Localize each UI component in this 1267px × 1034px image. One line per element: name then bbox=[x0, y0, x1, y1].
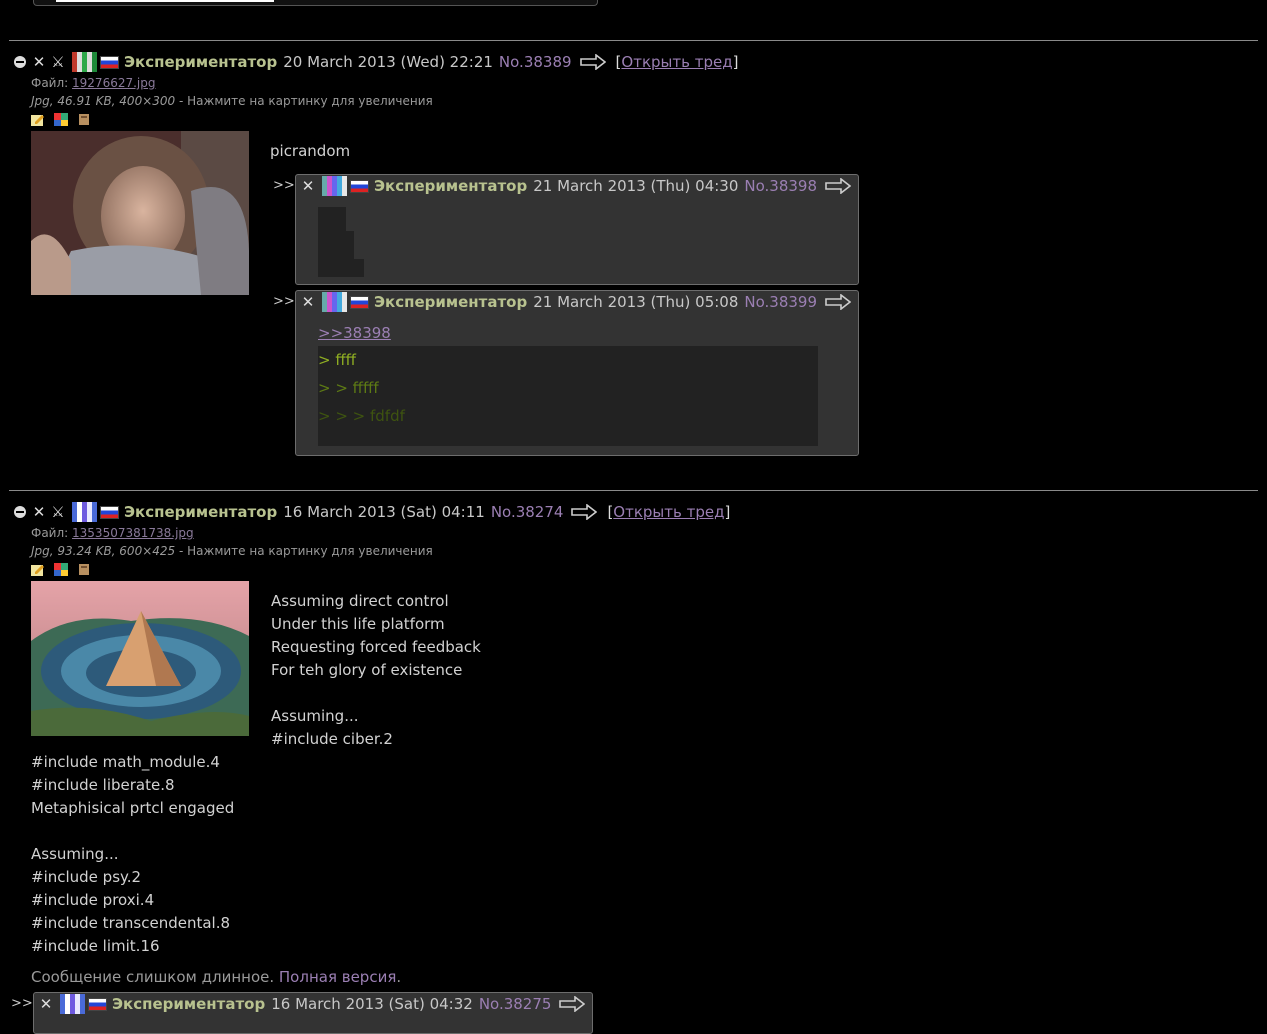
hide-icon[interactable]: ⚔ bbox=[50, 54, 66, 70]
reply-header: ✕ Экспериментатор 21 March 2013 (Thu) 04… bbox=[300, 176, 861, 196]
reply-header: ✕ Экспериментатор 21 March 2013 (Thu) 05… bbox=[300, 292, 861, 312]
quote-line: > > fffff bbox=[318, 379, 379, 397]
reply-post: ✕ Экспериментатор 16 March 2013 (Sat) 04… bbox=[33, 992, 593, 1034]
arrow-right-icon[interactable] bbox=[825, 294, 852, 310]
country-flag-icon bbox=[350, 295, 369, 309]
post-number[interactable]: No.38398 bbox=[744, 177, 817, 195]
post-separator bbox=[9, 40, 1258, 41]
post-date: 20 March 2013 (Wed) 22:21 bbox=[283, 53, 493, 71]
open-thread-link[interactable]: [Открыть тред] bbox=[616, 53, 739, 71]
poster-name: Экспериментатор bbox=[374, 293, 528, 311]
reply-marker: >> bbox=[273, 178, 295, 193]
close-icon[interactable]: ✕ bbox=[300, 178, 316, 194]
post-date: 21 March 2013 (Thu) 04:30 bbox=[533, 177, 739, 195]
post-image[interactable] bbox=[31, 131, 249, 295]
post-header: ✕ ⚔ Экспериментатор 20 March 2013 (Wed) … bbox=[11, 52, 738, 72]
country-flag-icon bbox=[100, 505, 119, 519]
google-icon[interactable] bbox=[54, 563, 69, 576]
too-long-label: Сообщение слишком длинное. bbox=[31, 968, 275, 986]
flag-icon bbox=[60, 994, 85, 1014]
post-date: 16 March 2013 (Sat) 04:32 bbox=[271, 995, 473, 1013]
post-number[interactable]: No.38275 bbox=[479, 995, 552, 1013]
hide-icon[interactable]: ⚔ bbox=[50, 504, 66, 520]
flag-icon bbox=[322, 176, 347, 196]
poster-name: Экспериментатор bbox=[112, 995, 266, 1013]
message-too-long: Сообщение слишком длинное. Полная версия… bbox=[31, 968, 401, 986]
close-icon[interactable]: ✕ bbox=[31, 54, 47, 70]
close-icon[interactable]: ✕ bbox=[31, 504, 47, 520]
full-version-link[interactable]: Полная версия bbox=[279, 968, 396, 986]
file-meta: Jpg, 93.24 KB, 600×425 bbox=[31, 544, 176, 558]
top-bar-fill bbox=[56, 0, 274, 2]
post-date: 16 March 2013 (Sat) 04:11 bbox=[283, 503, 485, 521]
country-flag-icon bbox=[350, 179, 369, 193]
image-search-icons bbox=[31, 111, 95, 130]
minus-circle-icon[interactable] bbox=[14, 56, 26, 68]
file-label-line: Файл: 19276627.jpg bbox=[31, 76, 156, 90]
flag-icon bbox=[72, 502, 97, 522]
post-number[interactable]: No.38274 bbox=[491, 503, 564, 521]
google-icon[interactable] bbox=[54, 113, 69, 126]
file-meta: Jpg, 46.91 KB, 400×300 bbox=[31, 94, 176, 108]
poster-name: Экспериментатор bbox=[124, 53, 278, 71]
flag-icon bbox=[322, 292, 347, 312]
file-label-line: Файл: 1353507381738.jpg bbox=[31, 526, 194, 540]
country-flag-icon bbox=[100, 55, 119, 69]
reply-marker: >> bbox=[11, 996, 33, 1011]
spoiler-block bbox=[318, 207, 364, 277]
arrow-right-icon[interactable] bbox=[559, 996, 586, 1012]
edit-icon[interactable] bbox=[31, 113, 45, 126]
post-number[interactable]: No.38399 bbox=[744, 293, 817, 311]
flag-icon bbox=[72, 52, 97, 72]
file-link[interactable]: 19276627.jpg bbox=[72, 76, 155, 90]
open-thread-link[interactable]: [Открыть тред] bbox=[607, 503, 730, 521]
post-number[interactable]: No.38389 bbox=[499, 53, 572, 71]
quote-block: > ffff > > fffff > > > fdfdf bbox=[318, 346, 818, 446]
post-image[interactable] bbox=[31, 581, 249, 736]
country-flag-icon bbox=[88, 997, 107, 1011]
reply-post: ✕ Экспериментатор 21 March 2013 (Thu) 05… bbox=[295, 290, 859, 456]
post-text: picrandom bbox=[270, 142, 351, 160]
arrow-right-icon[interactable] bbox=[825, 178, 852, 194]
post-date: 21 March 2013 (Thu) 05:08 bbox=[533, 293, 739, 311]
quote-line: > ffff bbox=[318, 351, 357, 369]
quote-line: > > > fdfdf bbox=[318, 407, 405, 425]
reply-header: ✕ Экспериментатор 16 March 2013 (Sat) 04… bbox=[38, 994, 595, 1014]
file-meta-line: Jpg, 93.24 KB, 600×425 - Нажмите на карт… bbox=[31, 544, 433, 558]
minus-circle-icon[interactable] bbox=[14, 506, 26, 518]
poster-name: Экспериментатор bbox=[374, 177, 528, 195]
arrow-right-icon[interactable] bbox=[579, 54, 606, 70]
post-header: ✕ ⚔ Экспериментатор 16 March 2013 (Sat) … bbox=[11, 502, 730, 522]
reply-post: ✕ Экспериментатор 21 March 2013 (Thu) 04… bbox=[295, 174, 859, 285]
file-meta-line: Jpg, 46.91 KB, 400×300 - Нажмите на карт… bbox=[31, 94, 433, 108]
edit-icon[interactable] bbox=[31, 563, 45, 576]
file-hint: - Нажмите на картинку для увеличения bbox=[175, 94, 433, 108]
reply-ref-link[interactable]: >>38398 bbox=[318, 324, 391, 342]
top-bar bbox=[33, 0, 598, 6]
post-text-continued: #include math_module.4 #include liberate… bbox=[31, 753, 235, 955]
close-icon[interactable]: ✕ bbox=[38, 996, 54, 1012]
iqdb-icon[interactable] bbox=[77, 563, 91, 576]
image-search-icons bbox=[31, 561, 95, 580]
arrow-right-icon[interactable] bbox=[571, 504, 598, 520]
full-version-dot: . bbox=[396, 968, 402, 986]
iqdb-icon[interactable] bbox=[77, 113, 91, 126]
post-text: Assuming direct control Under this life … bbox=[271, 592, 481, 748]
close-icon[interactable]: ✕ bbox=[300, 294, 316, 310]
reply-marker: >> bbox=[273, 294, 295, 309]
file-hint: - Нажмите на картинку для увеличения bbox=[175, 544, 433, 558]
file-link[interactable]: 1353507381738.jpg bbox=[72, 526, 194, 540]
poster-name: Экспериментатор bbox=[124, 503, 278, 521]
post-separator bbox=[9, 490, 1258, 491]
